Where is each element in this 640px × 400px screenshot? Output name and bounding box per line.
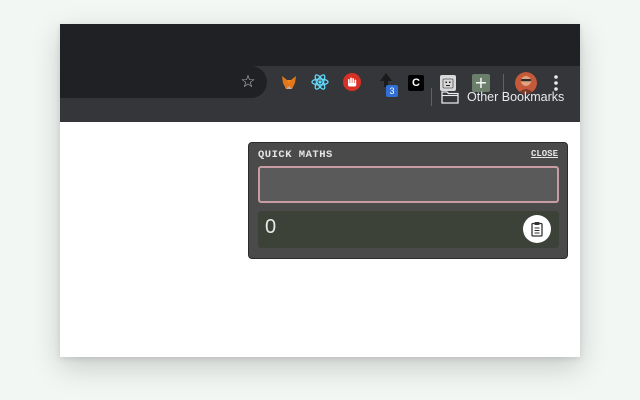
close-button[interactable]: CLOSE xyxy=(531,149,558,159)
c-icon[interactable]: C xyxy=(408,75,424,91)
copy-button[interactable] xyxy=(523,215,551,243)
react-atom-icon[interactable] xyxy=(310,72,330,92)
extension-badge: 3 xyxy=(386,85,398,97)
red-hand-icon[interactable] xyxy=(343,73,361,91)
tab-strip xyxy=(60,24,580,66)
bookmark-label: Other Bookmarks xyxy=(467,90,565,104)
star-icon[interactable]: ☆ xyxy=(237,71,259,93)
metamask-fox-icon[interactable] xyxy=(279,73,299,93)
clipboard-icon xyxy=(530,221,544,237)
expression-input[interactable] xyxy=(258,166,559,203)
popup-title: QUICK MATHS xyxy=(258,149,333,161)
result-value: 0 xyxy=(265,216,277,238)
address-bar[interactable] xyxy=(60,66,267,98)
bookmark-other-bookmarks[interactable]: Other Bookmarks xyxy=(441,86,564,108)
browser-toolbar: ☆ 3 C + Other Bookmarks xyxy=(60,66,580,122)
bookmarks-divider xyxy=(431,88,432,106)
browser-window: ☆ 3 C + Other Bookmarks QUICK MATHS CLOS… xyxy=(60,24,580,357)
result-box: 0 xyxy=(258,211,559,248)
quick-maths-popup: QUICK MATHS CLOSE 0 xyxy=(248,142,568,259)
folder-icon xyxy=(441,90,459,104)
